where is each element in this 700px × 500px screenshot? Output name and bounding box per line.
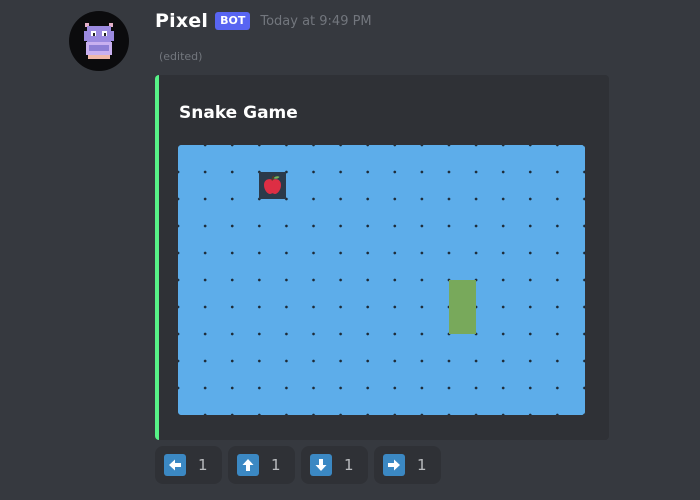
reaction-left[interactable]: 1 <box>155 446 222 484</box>
pixel-monster-avatar-icon <box>84 23 114 59</box>
reaction-count: 1 <box>344 456 354 474</box>
edited-label: (edited) <box>159 50 203 63</box>
snake-body <box>449 280 476 334</box>
embed-title: Snake Game <box>179 103 298 123</box>
chat-message: Pixel BOT Today at 9:49 PM (edited) Snak… <box>0 0 700 500</box>
apple-icon <box>259 172 286 199</box>
bot-badge: BOT <box>215 12 251 30</box>
timestamp: Today at 9:49 PM <box>260 13 372 29</box>
left-arrow-icon <box>164 454 186 476</box>
down-arrow-icon <box>310 454 332 476</box>
embed: Snake Game <box>155 75 609 440</box>
avatar[interactable] <box>69 11 129 71</box>
game-board <box>178 145 585 415</box>
right-arrow-icon <box>383 454 405 476</box>
message-header: Pixel BOT Today at 9:49 PM <box>155 6 372 36</box>
reaction-count: 1 <box>271 456 281 474</box>
reaction-count: 1 <box>417 456 427 474</box>
reaction-down[interactable]: 1 <box>301 446 368 484</box>
reaction-count: 1 <box>198 456 208 474</box>
up-arrow-icon <box>237 454 259 476</box>
reaction-bar: 1 1 1 1 <box>155 446 441 484</box>
reaction-up[interactable]: 1 <box>228 446 295 484</box>
username[interactable]: Pixel <box>155 10 208 32</box>
reaction-right[interactable]: 1 <box>374 446 441 484</box>
